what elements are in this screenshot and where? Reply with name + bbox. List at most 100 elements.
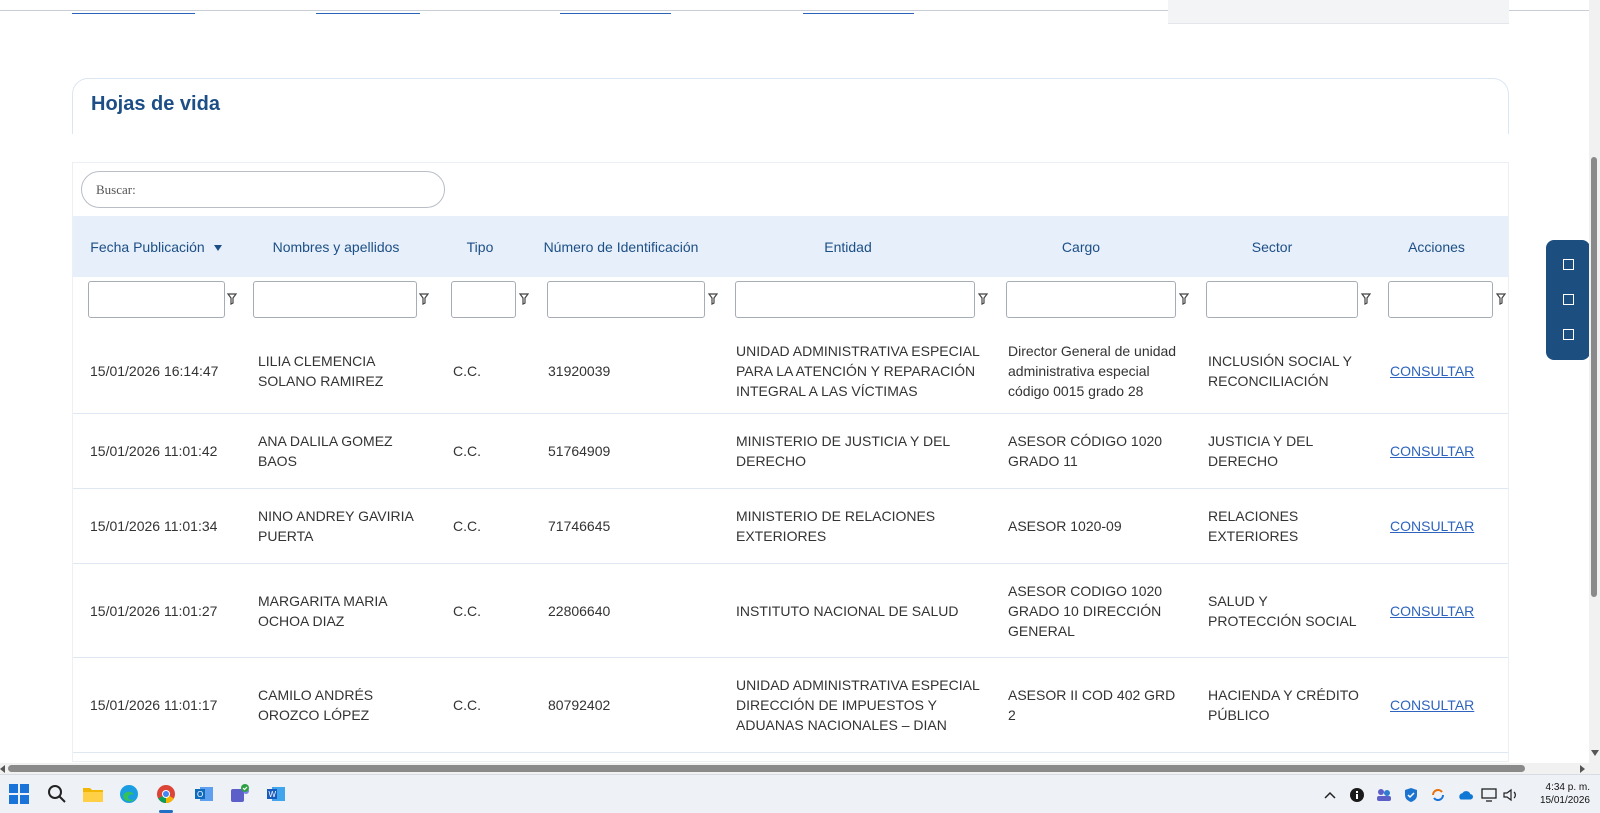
vertical-scrollbar[interactable] [1589, 0, 1600, 763]
filter-icon[interactable] [1495, 292, 1507, 306]
top-nav-link-3[interactable] [560, 0, 671, 14]
cell-entidad: INSTITUTO NACIONAL DE SALUD [736, 602, 959, 619]
table-row: 15/01/2026 16:14:47 LILIA CLEMENCIA SOLAN… [73, 329, 1508, 414]
filter-input-tipo[interactable] [451, 281, 516, 318]
column-header-label: Fecha Publicación [90, 238, 205, 255]
table-row: 15/01/2026 11:01:27 MARGARITA MARIA OCHOA… [73, 564, 1508, 658]
column-header-tipo[interactable]: Tipo [433, 216, 527, 277]
cell-numero: 22806640 [548, 602, 611, 619]
shield-icon[interactable] [1403, 787, 1419, 803]
consultar-link[interactable]: CONSULTAR [1390, 516, 1474, 536]
scroll-right-arrow-icon[interactable] [1580, 765, 1585, 773]
display-icon[interactable] [1481, 787, 1497, 803]
filter-input-numero[interactable] [547, 281, 705, 318]
filter-input-entidad[interactable] [735, 281, 975, 318]
edge-icon[interactable] [118, 783, 140, 805]
column-header-fecha[interactable]: Fecha Publicación [73, 216, 239, 277]
cell-sector: JUSTICIA Y DEL DERECHO [1208, 433, 1314, 469]
cell-tipo: C.C. [453, 602, 481, 619]
filter-input-sector[interactable] [1206, 281, 1358, 318]
filter-input-cargo[interactable] [1006, 281, 1176, 318]
filter-icon[interactable] [518, 292, 530, 306]
search-icon[interactable] [46, 783, 68, 805]
filter-icon[interactable] [418, 292, 430, 306]
filter-input-fecha[interactable] [88, 281, 225, 318]
clock-time: 4:34 p. m. [1545, 782, 1590, 793]
cell-numero: 31920039 [548, 363, 611, 379]
cell-sector: SALUD Y PROTECCIÓN SOCIAL [1208, 592, 1357, 629]
search-input[interactable] [81, 171, 445, 208]
column-header-cargo[interactable]: Cargo [981, 216, 1181, 277]
cell-fecha: 15/01/2026 11:01:34 [90, 518, 218, 534]
chevron-up-icon[interactable] [1322, 787, 1338, 803]
cell-nombres: ANA DALILA GOMEZ BAOS [258, 433, 393, 469]
filter-icon[interactable] [1178, 292, 1190, 306]
svg-text:O: O [197, 790, 203, 799]
sync-icon[interactable] [1430, 787, 1446, 803]
filter-icon[interactable] [1360, 292, 1372, 306]
cell-acciones: CONSULTAR [1390, 489, 1500, 563]
cell-cargo: ASESOR CODIGO 1020 GRADO 10 DIRECCIÓN GENE… [1008, 582, 1163, 639]
widget-square-icon[interactable] [1563, 259, 1574, 270]
vertical-scroll-thumb[interactable] [1591, 157, 1597, 597]
cell-sector: INCLUSIÓN SOCIAL Y RECONCILIACIÓN [1208, 353, 1352, 389]
onedrive-cloud-icon[interactable] [1457, 787, 1473, 803]
consultar-link[interactable]: CONSULTAR [1390, 695, 1474, 715]
column-header-entidad[interactable]: Entidad [715, 216, 981, 277]
top-nav-link-1[interactable] [72, 0, 195, 14]
filter-icon[interactable] [226, 292, 238, 306]
cell-cargo: Director General de unidad administrativa… [1008, 343, 1177, 399]
system-clock[interactable]: 4:34 p. m. 15/01/2026 [1528, 781, 1590, 807]
filter-input-nombres[interactable] [253, 281, 417, 318]
info-icon[interactable] [1349, 787, 1365, 803]
scroll-down-arrow-icon[interactable] [1591, 750, 1599, 756]
cell-tipo: C.C. [453, 697, 481, 713]
filter-icon[interactable] [707, 292, 719, 306]
sort-descending-icon[interactable] [213, 244, 222, 251]
file-explorer-icon[interactable] [82, 783, 104, 805]
cell-acciones: CONSULTAR [1390, 414, 1500, 488]
widget-square-icon[interactable] [1563, 294, 1574, 305]
cell-nombres: NINO ANDREY GAVIRIA PUERTA [258, 508, 414, 544]
word-icon[interactable]: W [265, 783, 287, 805]
teams-icon[interactable] [229, 783, 251, 805]
column-header-label: Número de Identificación [543, 238, 699, 255]
consultar-link[interactable]: CONSULTAR [1390, 441, 1474, 461]
filter-input-acciones[interactable] [1388, 281, 1493, 318]
cell-entidad: UNIDAD ADMINISTRATIVA ESPECIAL DIRECCIÓN … [736, 677, 980, 733]
outlook-icon[interactable]: O [193, 783, 215, 805]
taskbar: O W 4:34 p. m. 15/01/2026 [0, 774, 1600, 813]
column-header-label: Acciones [1408, 238, 1465, 255]
column-header-label: Cargo [1061, 238, 1101, 255]
cell-tipo: C.C. [453, 518, 481, 534]
page-title: Hojas de vida [91, 93, 220, 115]
table-row: 15/01/2026 11:01:34 NINO ANDREY GAVIRIA P… [73, 489, 1508, 564]
horizontal-scroll-thumb[interactable] [8, 765, 1525, 772]
accessibility-widget [1546, 240, 1590, 360]
column-header-nombres[interactable]: Nombres y apellidos [239, 216, 433, 277]
scroll-left-arrow-icon[interactable] [0, 765, 5, 773]
table-row: 15/01/2026 11:01:42 ANA DALILA GOMEZ BAOS… [73, 414, 1508, 489]
top-nav-link-4[interactable] [803, 0, 914, 14]
consultar-link[interactable]: CONSULTAR [1390, 601, 1474, 621]
chrome-icon[interactable] [155, 783, 177, 805]
horizontal-scrollbar[interactable] [0, 763, 1600, 774]
cell-numero: 71746645 [548, 518, 611, 534]
cell-fecha: 15/01/2026 11:01:17 [90, 697, 218, 713]
people-icon[interactable] [1376, 787, 1392, 803]
column-header-sector[interactable]: Sector [1181, 216, 1363, 277]
widget-square-icon[interactable] [1563, 329, 1574, 340]
page: Hojas de vida Fecha Publicación Nombres … [0, 0, 1600, 813]
cell-nombres: LILIA CLEMENCIA SOLANO RAMIREZ [258, 353, 384, 389]
filter-icon[interactable] [977, 292, 989, 306]
svg-text:W: W [269, 790, 277, 799]
column-header-acciones[interactable]: Acciones [1363, 216, 1508, 277]
column-header-numero[interactable]: Número de Identificación [527, 216, 715, 277]
cell-tipo: C.C. [453, 443, 481, 459]
cell-cargo: ASESOR II COD 402 GRD 2 [1008, 687, 1176, 723]
top-nav-link-2[interactable] [316, 0, 420, 14]
consultar-link[interactable]: CONSULTAR [1390, 361, 1474, 381]
windows-start-icon[interactable] [8, 783, 30, 805]
speaker-icon[interactable] [1503, 787, 1519, 803]
cell-acciones: CONSULTAR [1390, 564, 1500, 657]
